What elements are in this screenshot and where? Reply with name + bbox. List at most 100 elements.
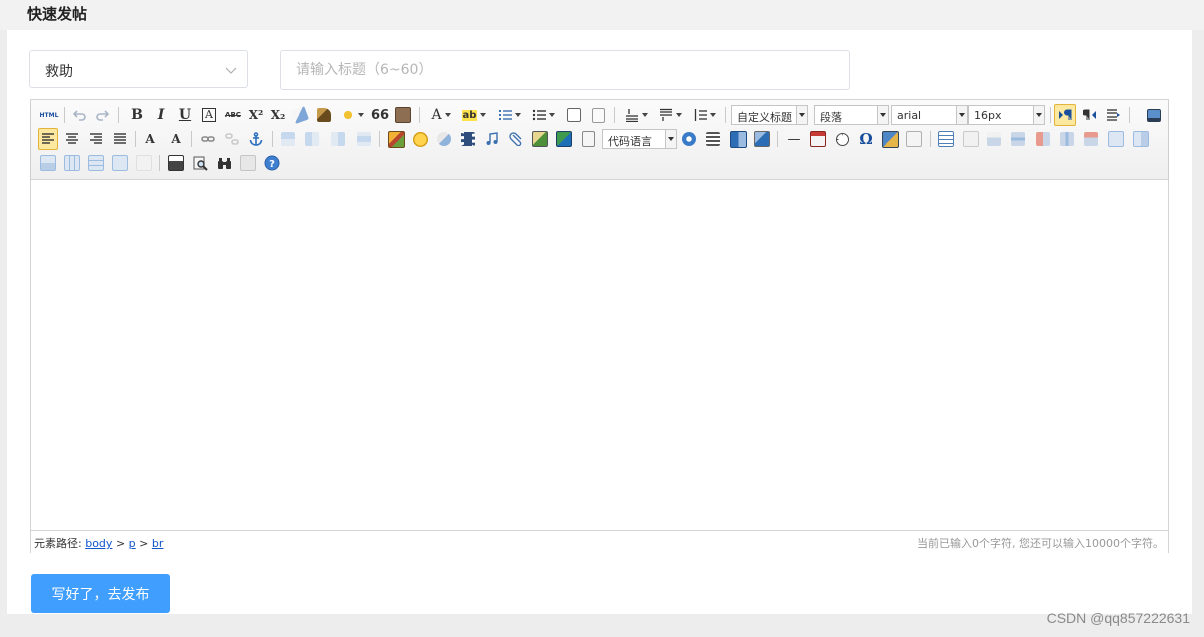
insert-frame-button[interactable]: [554, 128, 574, 150]
align-right-button[interactable]: [86, 128, 106, 150]
element-path-body[interactable]: body: [85, 537, 112, 550]
italic-button[interactable]: I: [152, 104, 170, 126]
bold-button[interactable]: B: [128, 104, 146, 126]
insert-time-button[interactable]: [832, 128, 852, 150]
split-to-rows-button[interactable]: [86, 152, 106, 174]
paragraph-select[interactable]: 段落: [814, 105, 889, 125]
forecolor-button[interactable]: A: [426, 104, 456, 126]
insert-row-button[interactable]: [1008, 128, 1028, 150]
unordered-list-button[interactable]: [528, 104, 558, 126]
unlink-button[interactable]: [222, 128, 242, 150]
clear-doc-button[interactable]: [588, 104, 608, 126]
backcolor-button[interactable]: ab: [458, 104, 490, 126]
direction-rtl-button[interactable]: [1079, 104, 1101, 126]
fullscreen-button[interactable]: [1144, 104, 1164, 126]
insert-code-button[interactable]: [578, 128, 598, 150]
insert-paragraph-before-table-button[interactable]: [984, 128, 1004, 150]
special-char-button[interactable]: Ω: [856, 128, 876, 150]
attachment-button[interactable]: [506, 128, 526, 150]
image-left-button[interactable]: [302, 128, 322, 150]
undo-button[interactable]: [70, 104, 90, 126]
align-left-button[interactable]: [38, 128, 58, 150]
redo-icon: [96, 110, 109, 121]
editor-content-area[interactable]: [31, 180, 1168, 530]
element-path-p[interactable]: p: [129, 537, 136, 550]
preview-button[interactable]: [190, 152, 210, 174]
chart-button[interactable]: [134, 152, 154, 174]
source-html-button[interactable]: HTML: [38, 104, 60, 126]
merge-down-button[interactable]: [38, 152, 58, 174]
title-input[interactable]: [280, 50, 850, 90]
uppercase-button[interactable]: A: [140, 128, 160, 150]
image-none-button[interactable]: [278, 128, 298, 150]
page-break-insert-button[interactable]: [703, 128, 723, 150]
strikethrough-button[interactable]: ABC: [222, 104, 244, 126]
music-button[interactable]: [482, 128, 502, 150]
align-justify-button[interactable]: [110, 128, 130, 150]
link-button[interactable]: [198, 128, 218, 150]
subscript-button[interactable]: X₂: [268, 104, 288, 126]
horizontal-rule-button[interactable]: —: [784, 128, 804, 150]
ordered-list-button[interactable]: [494, 104, 524, 126]
page-break-icon: [1107, 109, 1120, 121]
delete-table-button[interactable]: [961, 128, 981, 150]
delete-col-button[interactable]: [1081, 128, 1101, 150]
print-button[interactable]: [166, 152, 186, 174]
element-path-br[interactable]: br: [152, 537, 164, 550]
wordimage-button[interactable]: [880, 128, 900, 150]
insert-col-button[interactable]: [1057, 128, 1077, 150]
format-painter-button[interactable]: [314, 104, 334, 126]
anchor-button[interactable]: [246, 128, 266, 150]
scrawl-button[interactable]: [434, 128, 454, 150]
magic-wand-icon: [340, 108, 355, 122]
insert-video-button[interactable]: [458, 128, 478, 150]
custom-style-select[interactable]: 自定义标题: [731, 105, 808, 125]
printer-icon: [168, 155, 184, 171]
category-select[interactable]: 救助: [29, 50, 248, 88]
toolbar-separator: [64, 107, 65, 123]
lowercase-button[interactable]: A: [166, 128, 186, 150]
auto-typeset-button[interactable]: [338, 104, 366, 126]
drafts-button[interactable]: [238, 152, 258, 174]
row-spacing-bottom-button[interactable]: [655, 104, 685, 126]
brush-icon: [317, 108, 331, 122]
publish-button[interactable]: 写好了，去发布: [31, 574, 170, 613]
image-center-button[interactable]: [354, 128, 374, 150]
template-button[interactable]: [727, 128, 749, 150]
merge-cells-button[interactable]: [1106, 128, 1126, 150]
remove-format-button[interactable]: [290, 104, 310, 126]
webapp-button[interactable]: [679, 128, 699, 150]
search-replace-button[interactable]: [214, 152, 234, 174]
blockquote-button[interactable]: 66: [370, 104, 390, 126]
wordimage-icon: [881, 130, 899, 148]
paste-plain-button[interactable]: [393, 104, 413, 126]
superscript-button[interactable]: X²: [246, 104, 266, 126]
split-to-cells-button[interactable]: [62, 152, 82, 174]
delete-row-button[interactable]: [1033, 128, 1053, 150]
emotion-button[interactable]: [410, 128, 430, 150]
insert-table-button[interactable]: [936, 128, 956, 150]
align-center-button[interactable]: [62, 128, 82, 150]
select-all-button[interactable]: [564, 104, 584, 126]
code-language-select[interactable]: 代码语言: [602, 129, 677, 149]
insert-image-button[interactable]: [386, 128, 406, 150]
merge-right-button[interactable]: [1131, 128, 1151, 150]
anchor-icon: [249, 132, 263, 146]
snapscreen-button[interactable]: [904, 128, 924, 150]
font-border-button[interactable]: A: [200, 104, 218, 126]
gmap-button[interactable]: [530, 128, 550, 150]
row-spacing-icon: [625, 109, 638, 122]
font-size-select[interactable]: 16px: [968, 105, 1045, 125]
split-to-cols-button[interactable]: [110, 152, 130, 174]
redo-button[interactable]: [92, 104, 112, 126]
direction-ltr-button[interactable]: [1054, 104, 1076, 126]
underline-button[interactable]: U: [176, 104, 194, 126]
line-height-button[interactable]: [689, 104, 719, 126]
help-button[interactable]: ?: [262, 152, 282, 174]
background-button[interactable]: [752, 128, 772, 150]
insert-date-button[interactable]: [808, 128, 828, 150]
row-spacing-top-button[interactable]: [621, 104, 651, 126]
font-family-select[interactable]: arial: [891, 105, 968, 125]
image-right-button[interactable]: [328, 128, 348, 150]
page-break-button[interactable]: [1103, 104, 1123, 126]
